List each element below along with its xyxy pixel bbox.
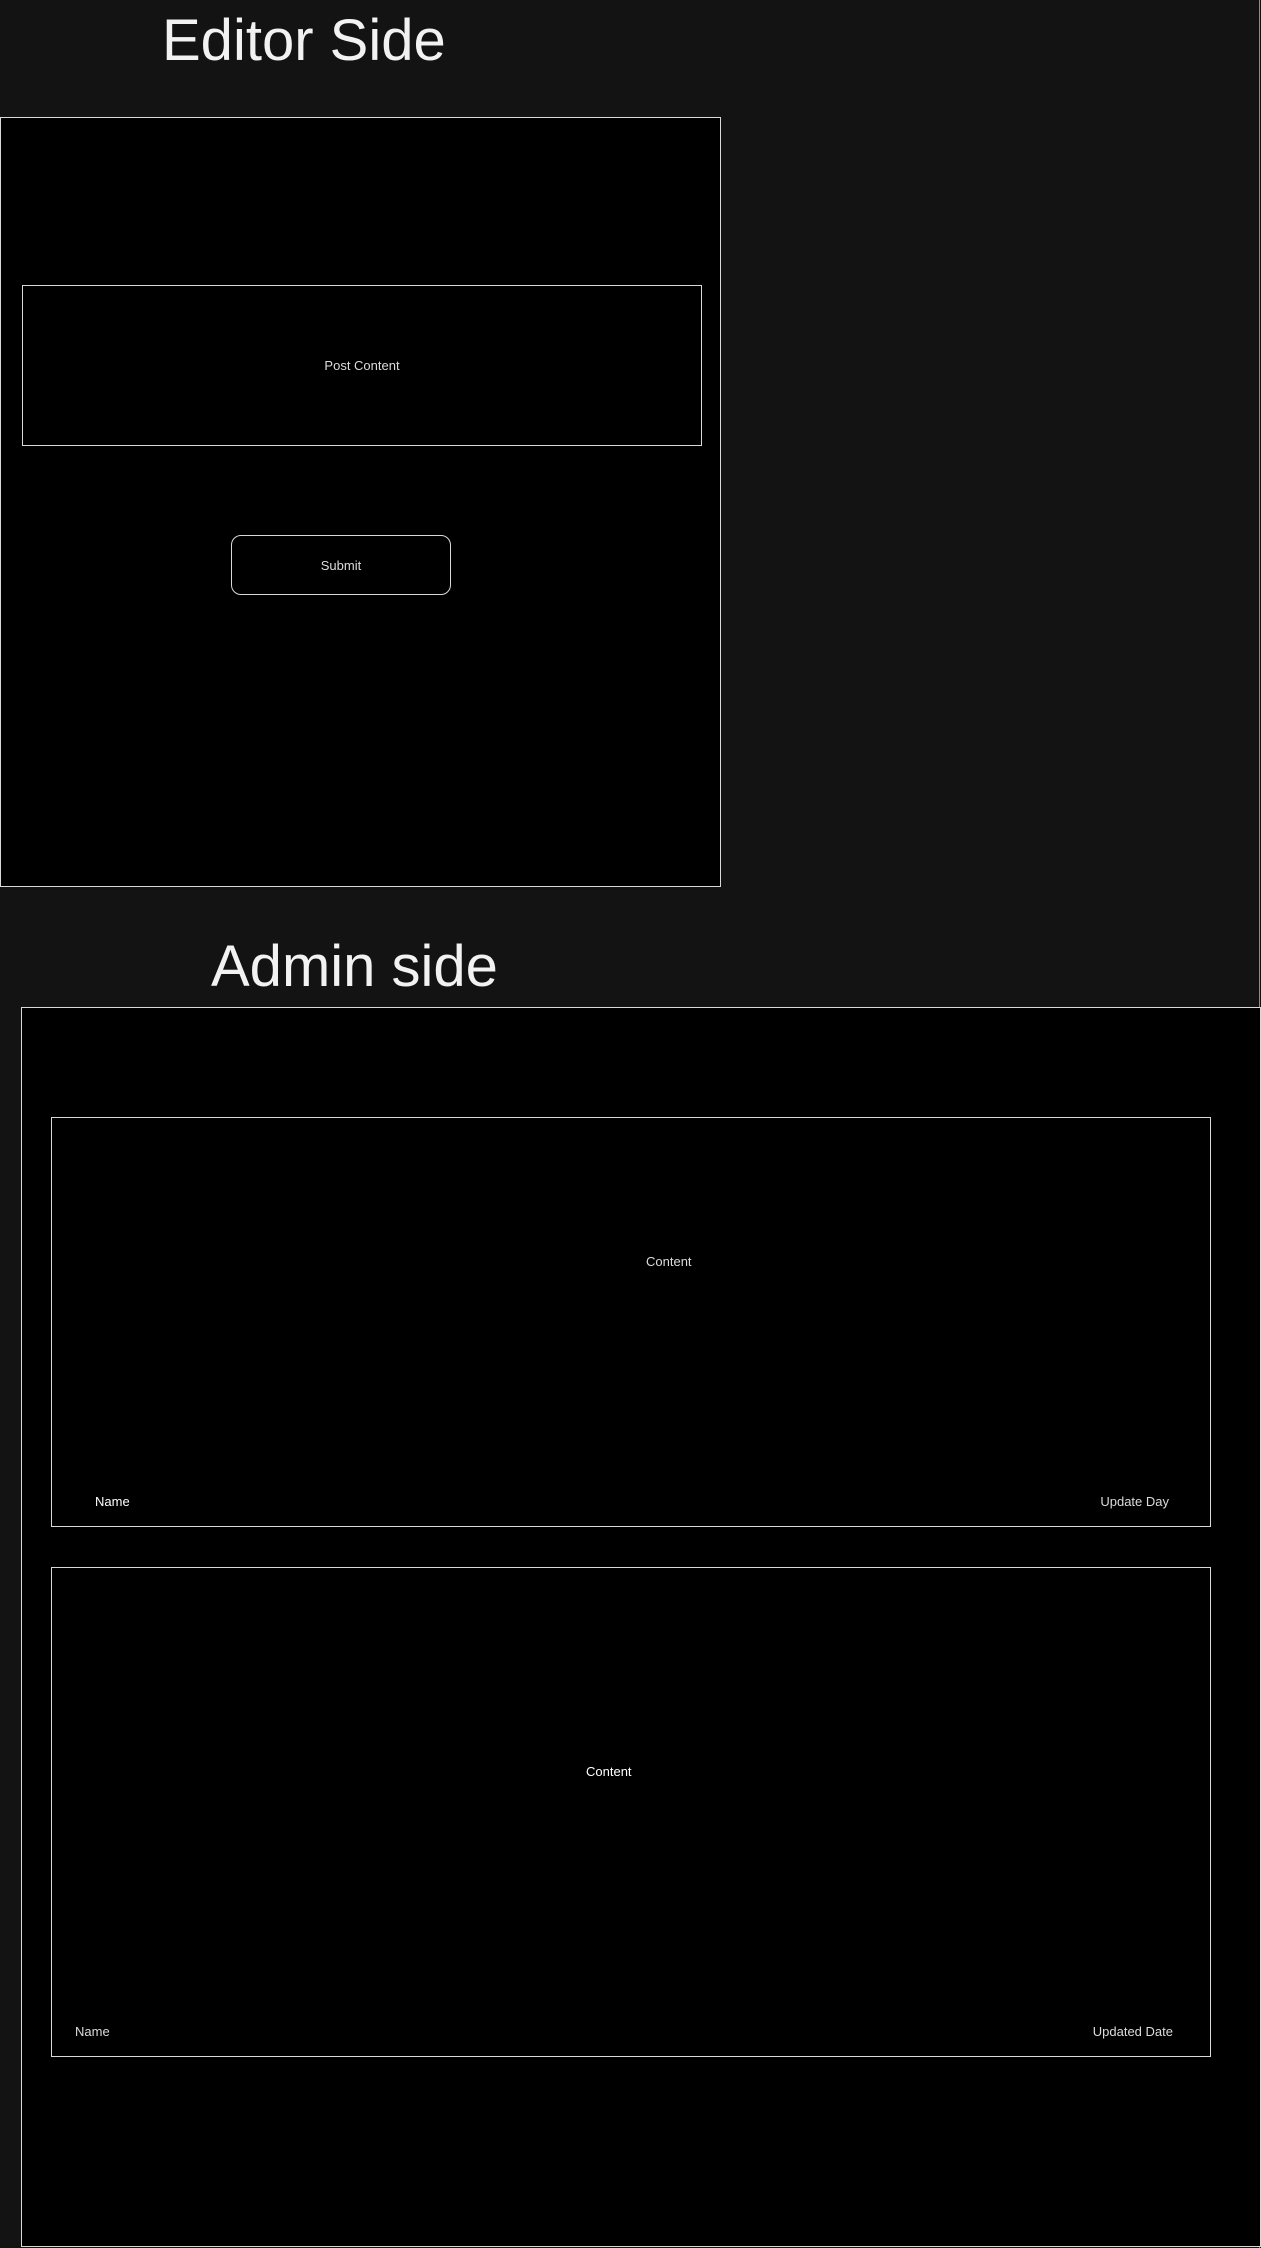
post-content: Content — [586, 1764, 632, 1779]
post-update-date: Updated Date — [1092, 2024, 1173, 2039]
post-author-name: Name — [75, 2024, 110, 2039]
post-card[interactable]: Content Name Update Day — [51, 1117, 1211, 1527]
post-card[interactable]: Content Name Updated Date — [51, 1567, 1211, 2057]
post-content-field[interactable]: Post Content — [22, 285, 702, 446]
editor-side-title: Editor Side — [162, 8, 446, 73]
admin-side-title: Admin side — [211, 934, 498, 999]
editor-panel: Post Content Submit — [0, 117, 721, 887]
post-author-name: Name — [95, 1494, 130, 1509]
submit-button[interactable]: Submit — [231, 535, 451, 595]
post-update-date: Update Day — [1100, 1494, 1169, 1509]
post-content: Content — [646, 1254, 692, 1269]
